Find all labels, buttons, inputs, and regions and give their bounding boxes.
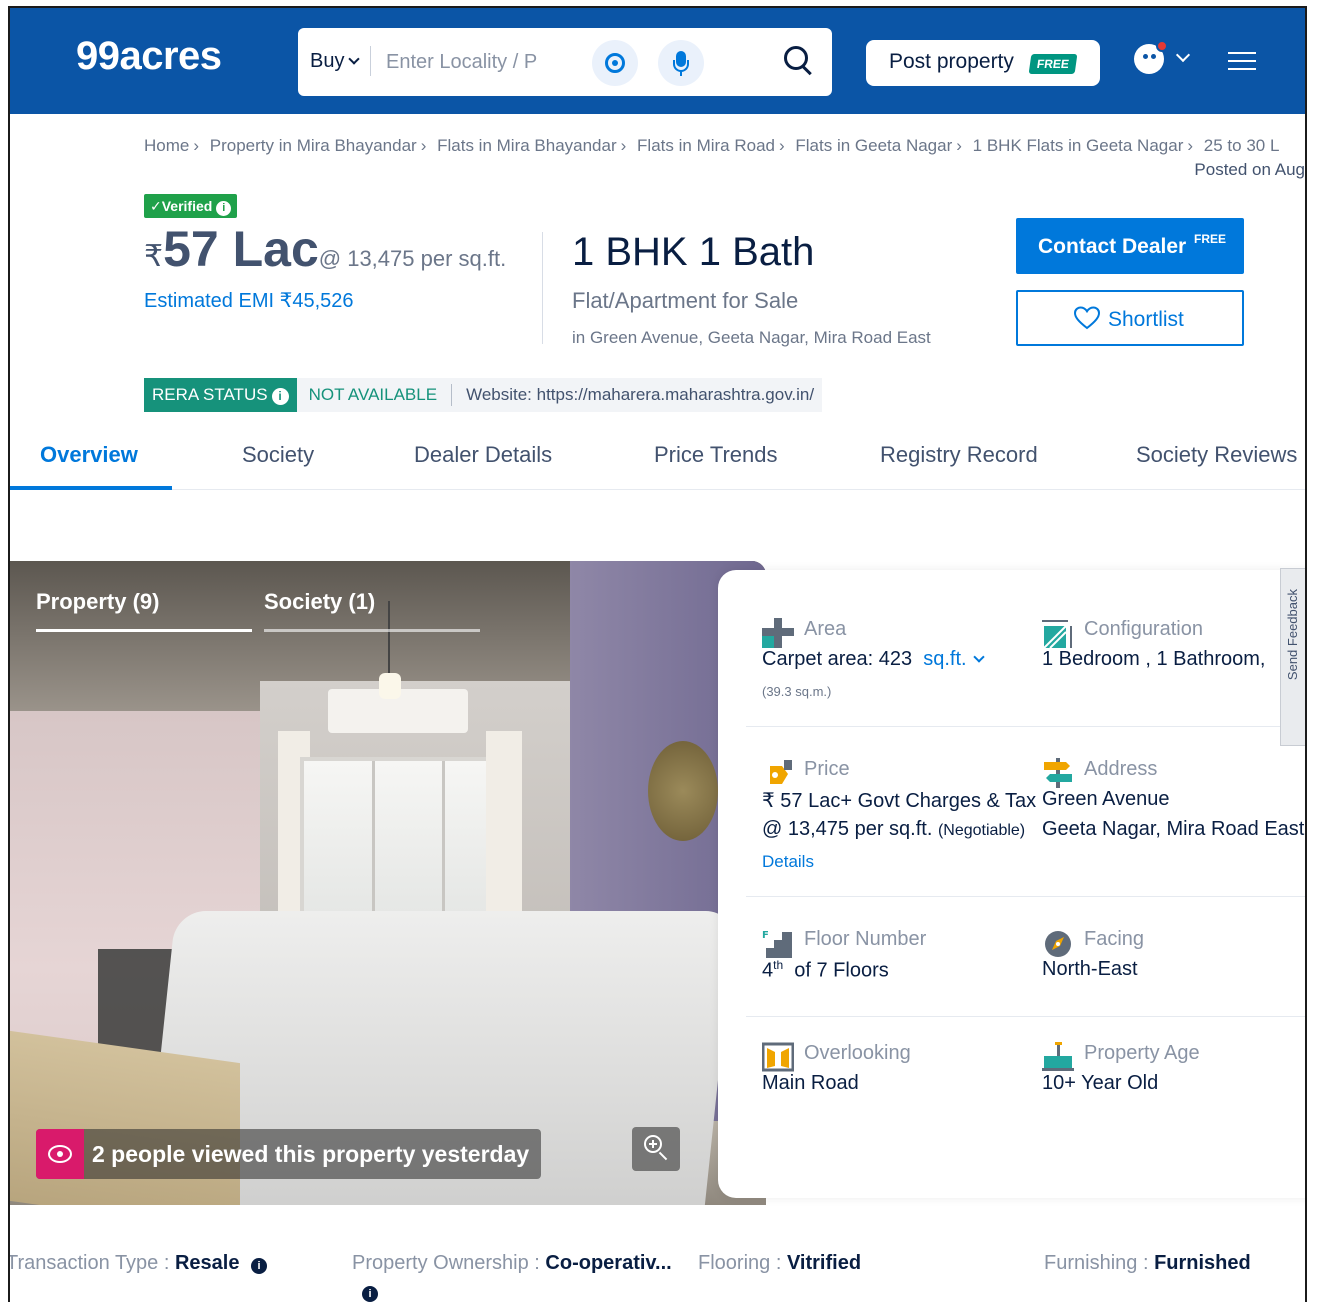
info-icon[interactable]: i — [362, 1284, 378, 1302]
top-header: 99acres Buy Post property FREE — [10, 8, 1305, 114]
heart-icon — [1074, 306, 1100, 330]
locality-search-input[interactable] — [386, 46, 556, 78]
location-target-icon — [605, 53, 625, 73]
tab-dealer-details[interactable]: Dealer Details — [414, 442, 552, 468]
detail-area: Area Carpet area: 423 sq.ft. (39.3 sq.m.… — [762, 614, 1032, 710]
detail-floor-number: F Floor Number 4th of 7 Floors — [762, 928, 927, 982]
search-icon[interactable] — [782, 44, 816, 78]
price-block: ₹57 Lac@ 13,475 per sq.ft. — [144, 220, 506, 278]
property-location: in Green Avenue, Geeta Nagar, Mira Road … — [572, 328, 931, 347]
search-bar: Buy — [298, 28, 832, 96]
gallery-tab-indicator — [264, 629, 480, 632]
tab-price-trends[interactable]: Price Trends — [654, 442, 778, 468]
active-tab-indicator — [10, 486, 172, 490]
currency-symbol: ₹ — [144, 240, 164, 273]
rera-strip: RERA STATUS i NOT AVAILABLE Website: http… — [144, 378, 823, 412]
breadcrumb-item[interactable]: 25 to 30 L — [1204, 136, 1280, 155]
gallery-tab-property[interactable]: Property (9) — [36, 589, 159, 615]
free-badge: FREE — [1028, 54, 1078, 74]
price-value: 57 Lac — [163, 221, 319, 277]
overlooking-icon — [762, 1042, 794, 1072]
breadcrumb-item[interactable]: Flats in Geeta Nagar — [795, 136, 952, 155]
gallery-tab-society[interactable]: Society (1) — [264, 589, 375, 615]
rera-website[interactable]: Website: https://maharera.maharashtra.go… — [452, 385, 822, 405]
divider — [542, 232, 543, 344]
svg-text:F: F — [762, 930, 769, 941]
detail-facing: Facing North-East — [1042, 928, 1145, 980]
breadcrumb-item[interactable]: Property in Mira Bhayandar — [210, 136, 417, 155]
detail-property-age: Property Age 10+ Year Old — [1042, 1042, 1200, 1094]
area-icon — [762, 618, 794, 648]
zoom-icon[interactable] — [632, 1127, 680, 1171]
detail-overlooking: Overlooking Main Road — [762, 1042, 911, 1094]
contact-dealer-button[interactable]: Contact Dealer FREE — [1016, 218, 1244, 274]
breadcrumb-item[interactable]: Flats in Mira Bhayandar — [437, 136, 617, 155]
tab-society[interactable]: Society — [242, 442, 314, 468]
property-type: Flat/Apartment for Sale — [572, 288, 799, 313]
info-icon[interactable]: i — [251, 1258, 268, 1274]
bhk-bath-title: 1 BHK 1 Bath — [572, 230, 815, 274]
voice-search-button[interactable] — [658, 40, 704, 86]
gallery-tab-indicator — [36, 629, 252, 632]
price-per-sqft: @ 13,475 per sq.ft. — [318, 246, 507, 271]
posted-date: Posted on Aug — [1194, 160, 1305, 179]
tab-registry-record[interactable]: Registry Record — [880, 442, 1038, 468]
info-icon[interactable]: i — [271, 388, 289, 405]
rera-status-badge: RERA STATUS i — [144, 378, 297, 412]
floor-icon: F — [762, 930, 792, 958]
section-tabs: Overview Society Dealer Details Price Tr… — [10, 424, 1305, 490]
shortlist-button[interactable]: Shortlist — [1016, 290, 1244, 346]
property-ownership: Property Ownership : Co-operativ... — [352, 1252, 672, 1274]
site-logo[interactable]: 99acres — [76, 34, 222, 79]
post-property-button[interactable]: Post property FREE — [866, 40, 1100, 86]
info-icon[interactable]: i — [216, 201, 232, 216]
transaction-type: Transaction Type : Resale i — [10, 1252, 268, 1275]
compass-icon — [1045, 931, 1071, 957]
verified-badge: ✓Verified i — [144, 194, 238, 218]
property-details-card: Area Carpet area: 423 sq.ft. (39.3 sq.m.… — [718, 570, 1305, 1198]
signpost-icon — [1044, 758, 1072, 788]
notification-dot — [1156, 40, 1168, 52]
rera-status-value: NOT AVAILABLE — [308, 385, 438, 404]
chevron-down-icon[interactable] — [1175, 47, 1191, 63]
post-property-label: Post property — [889, 50, 1014, 73]
breadcrumb-item[interactable]: Flats in Mira Road — [637, 136, 775, 155]
views-text: 2 people viewed this property yesterday — [92, 1140, 530, 1167]
tab-society-reviews[interactable]: Society Reviews — [1136, 442, 1297, 468]
chevron-down-icon — [348, 53, 361, 65]
chevron-down-icon[interactable] — [972, 651, 985, 663]
eye-icon — [48, 1145, 72, 1163]
user-icon[interactable] — [1134, 40, 1168, 74]
property-age-icon — [1042, 1042, 1074, 1071]
detail-address: Address Green Avenue Geeta Nagar, Mira R… — [1042, 758, 1305, 840]
detail-price: Price ₹ 57 Lac+ Govt Charges & Tax @ 13,… — [762, 758, 1037, 872]
free-badge: FREE — [1194, 232, 1227, 246]
buy-dropdown[interactable]: Buy — [310, 50, 361, 73]
breadcrumb: Home › Property in Mira Bhayandar › Flats … — [144, 136, 1280, 155]
furnishing: Furnishing : Furnished — [1044, 1252, 1251, 1274]
configuration-icon — [1042, 620, 1072, 648]
detail-configuration: Configuration 1 Bedroom , 1 Bathroom, — [1042, 618, 1266, 670]
flooring: Flooring : Vitrified — [698, 1252, 862, 1274]
price-tag-icon — [770, 760, 792, 784]
contact-dealer-label: Contact Dealer — [1038, 235, 1187, 258]
page-frame: 99acres Buy Post property FREE Home› Pro… — [8, 6, 1307, 1302]
breadcrumb-item[interactable]: Home — [144, 136, 189, 155]
price-details-link[interactable]: Details — [762, 852, 814, 872]
menu-icon[interactable] — [1228, 52, 1256, 72]
send-feedback-tab[interactable]: Send Feedback — [1280, 568, 1305, 746]
detect-location-button[interactable] — [592, 40, 638, 86]
buy-dropdown-label: Buy — [310, 50, 345, 72]
tab-overview[interactable]: Overview — [40, 442, 138, 468]
photo-gallery[interactable]: Property (9) Society (1) 2 people viewed… — [10, 561, 766, 1205]
estimated-emi-link[interactable]: Estimated EMI ₹45,526 — [144, 288, 354, 313]
views-badge: 2 people viewed this property yesterday — [36, 1129, 542, 1179]
shortlist-label: Shortlist — [1108, 308, 1184, 331]
breadcrumb-item[interactable]: 1 BHK Flats in Geeta Nagar — [973, 136, 1184, 155]
divider — [370, 46, 371, 76]
area-unit-dropdown[interactable]: sq.ft. — [923, 648, 966, 670]
